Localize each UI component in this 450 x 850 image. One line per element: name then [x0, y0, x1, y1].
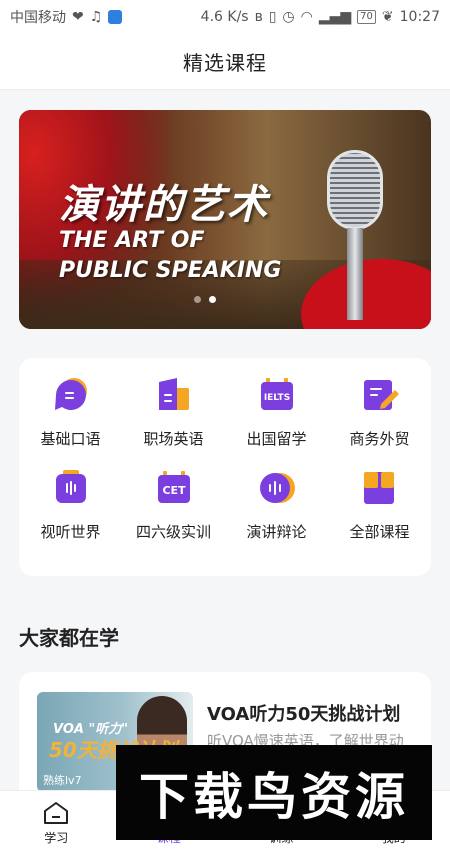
category-speech-debate[interactable]: 演讲辩论 — [225, 469, 328, 562]
status-bar: 中国移动 ❤ ♫ 4.6 K/s ʙ ▯ ◷ ◠ ▂▄▆ 70 ❦ 10:27 — [0, 0, 450, 34]
category-audio-visual[interactable]: 视听世界 — [19, 469, 122, 562]
vibrate-icon: ▯ — [268, 9, 277, 25]
qq-icon: ♫ — [89, 9, 103, 25]
banner-title-en-line1: THE ART OF — [59, 228, 205, 253]
category-label: 视听世界 — [40, 523, 101, 541]
wifi-icon: ◠ — [300, 9, 313, 25]
section-title: 大家都在学 — [19, 626, 119, 650]
tab-label: 学习 — [44, 831, 69, 845]
page-title: 精选课程 — [183, 51, 267, 75]
banner-title-cn: 演讲的艺术 — [59, 182, 269, 228]
home-icon — [44, 802, 69, 824]
microphone-icon — [327, 150, 389, 320]
category-basic-speaking[interactable]: 基础口语 — [19, 376, 122, 469]
course-level-badge: 熟练lv7 — [43, 774, 82, 787]
audio-device-icon — [55, 470, 86, 503]
category-label: 演讲辩论 — [246, 523, 307, 541]
ielts-icon: IELTS — [260, 378, 293, 410]
signal-icon: ▂▄▆ — [318, 9, 352, 25]
category-study-abroad[interactable]: IELTS 出国留学 — [225, 376, 328, 469]
page-header: 精选课程 — [0, 34, 450, 90]
category-grid: 基础口语 职场英语 IELTS 出国留学 商务外贸 视听世界 CET 四六级实训… — [19, 358, 431, 576]
heart-icon: ❤ — [72, 9, 84, 25]
network-speed: 4.6 K/s — [200, 9, 249, 25]
carousel-dot-active[interactable] — [209, 296, 216, 303]
clock-time: 10:27 — [399, 9, 440, 25]
document-icon — [158, 378, 189, 410]
chat-bubble-icon — [54, 378, 87, 410]
category-all-courses[interactable]: 全部课程 — [328, 469, 431, 562]
carousel-indicator — [194, 296, 216, 303]
category-label: 职场英语 — [143, 430, 204, 448]
category-label: 出国留学 — [246, 430, 307, 448]
alarm-icon: ◷ — [282, 9, 295, 25]
watermark-overlay: 下载鸟资源 — [116, 745, 432, 840]
carrier-label: 中国移动 — [10, 10, 66, 26]
category-label: 四六级实训 — [135, 523, 211, 541]
banner-carousel[interactable]: 演讲的艺术 THE ART OF PUBLIC SPEAKING — [19, 110, 431, 329]
banner-title-en-line2: PUBLIC SPEAKING — [59, 258, 282, 283]
status-right: 4.6 K/s ʙ ▯ ◷ ◠ ▂▄▆ 70 ❦ 10:27 — [201, 9, 440, 25]
bluetooth-icon: ʙ — [254, 9, 263, 25]
status-left: 中国移动 ❤ ♫ — [10, 7, 123, 27]
grid-icon — [363, 472, 394, 504]
svg-text:IELTS: IELTS — [263, 393, 289, 403]
leaf-icon: ❦ — [381, 9, 394, 25]
voice-icon — [259, 473, 295, 503]
category-business-trade[interactable]: 商务外贸 — [328, 376, 431, 469]
category-cet-training[interactable]: CET 四六级实训 — [122, 469, 225, 562]
course-title: VOA听力50天挑战计划 — [207, 704, 401, 725]
category-label: 基础口语 — [40, 430, 101, 448]
carousel-dot[interactable] — [194, 296, 201, 303]
svg-text:CET: CET — [162, 484, 186, 497]
cet-icon: CET — [157, 471, 190, 503]
edit-document-icon — [363, 380, 399, 410]
watermark-text: 下载鸟资源 — [139, 767, 409, 826]
battery-icon: 70 — [357, 10, 376, 24]
tab-study[interactable]: 学习 — [0, 791, 113, 850]
category-workplace-english[interactable]: 职场英语 — [122, 376, 225, 469]
shield-icon — [108, 10, 123, 24]
category-label: 商务外贸 — [349, 430, 410, 448]
category-label: 全部课程 — [349, 523, 410, 541]
